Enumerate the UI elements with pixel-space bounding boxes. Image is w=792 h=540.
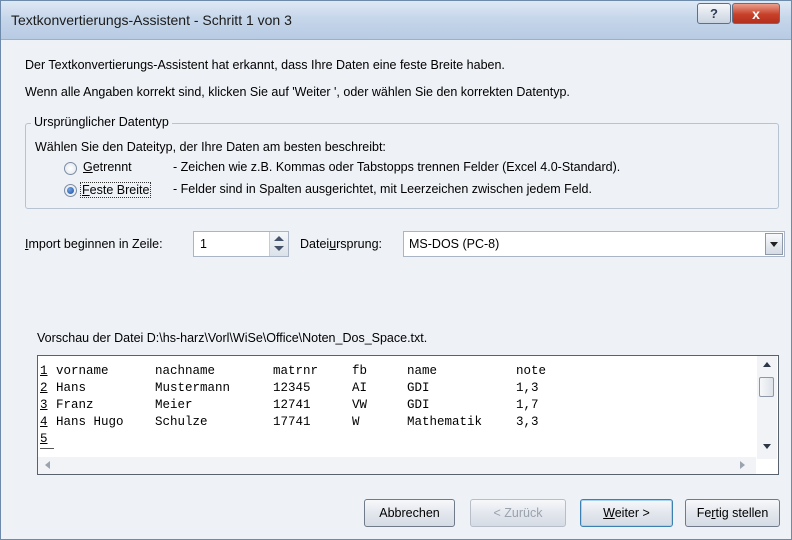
title-bar: Textkonvertierungs-Assistent - Schritt 1…	[1, 1, 791, 40]
cell: GDI	[407, 398, 430, 412]
radio-delimited-label[interactable]: Getrennt	[83, 160, 132, 174]
text-import-wizard-dialog: Textkonvertierungs-Assistent - Schritt 1…	[0, 0, 792, 540]
cell: 12741	[273, 398, 311, 412]
intro-line-1: Der Textkonvertierungs-Assistent hat erk…	[25, 58, 505, 72]
cell: Mustermann	[155, 381, 231, 395]
datatype-prompt: Wählen Sie den Dateityp, der Ihre Daten …	[35, 140, 386, 154]
cell: AI	[352, 381, 368, 395]
cell: note	[516, 364, 547, 378]
spin-down-icon[interactable]	[274, 246, 284, 251]
intro-line-2: Wenn alle Angaben korrekt sind, klicken …	[25, 85, 570, 99]
cell: Hans	[56, 381, 87, 395]
radio-fixed-width-description: - Felder sind in Spalten ausgerichtet, m…	[173, 182, 592, 196]
scroll-down-icon[interactable]	[763, 444, 771, 449]
cell: vorname	[56, 364, 109, 378]
cell: 3,3	[516, 415, 539, 429]
cell: W	[352, 415, 360, 429]
import-start-row-value[interactable]: 1	[200, 237, 207, 251]
close-button[interactable]: x	[732, 3, 780, 24]
cell: Franz	[56, 398, 94, 412]
cell: Meier	[155, 398, 193, 412]
row-number: 5	[40, 432, 48, 446]
scroll-right-icon[interactable]	[740, 461, 745, 469]
help-icon: ?	[710, 6, 718, 21]
cell: Schulze	[155, 415, 208, 429]
cancel-button[interactable]: Abbrechen	[364, 499, 455, 527]
cell: nachname	[155, 364, 216, 378]
cell: Mathematik	[407, 415, 483, 429]
row-number: 3	[40, 398, 48, 412]
preview-horizontal-scrollbar[interactable]	[38, 457, 756, 474]
preview-label: Vorschau der Datei D:\hs-harz\Vorl\WiSe\…	[37, 331, 428, 345]
spin-up-icon[interactable]	[274, 236, 284, 241]
radio-fixed-width-label[interactable]: Feste Breite	[80, 182, 152, 198]
chevron-down-icon[interactable]	[765, 233, 783, 255]
scroll-up-icon[interactable]	[763, 362, 771, 367]
back-button[interactable]: < Zurück	[470, 499, 566, 527]
cell: 1,3	[516, 381, 539, 395]
window-title: Textkonvertierungs-Assistent - Schritt 1…	[11, 12, 292, 28]
import-start-row-label: Import beginnen in Zeile:	[25, 237, 163, 251]
spinner-buttons[interactable]	[269, 232, 288, 256]
row-number: 4	[40, 415, 48, 429]
close-icon: x	[752, 6, 760, 22]
preview-vertical-scrollbar[interactable]	[757, 356, 777, 459]
cell: Hans Hugo	[56, 415, 124, 429]
radio-delimited-description: - Zeichen wie z.B. Kommas oder Tabstopps…	[173, 160, 621, 174]
radio-delimited[interactable]	[64, 162, 77, 175]
cell: 17741	[273, 415, 311, 429]
row-number: 1	[40, 364, 48, 378]
finish-button[interactable]: Fertig stellen	[685, 499, 780, 527]
help-button[interactable]: ?	[697, 3, 731, 24]
next-button[interactable]: Weiter >	[580, 499, 673, 527]
row-number-border	[40, 448, 54, 449]
file-origin-label: Dateiursprung:	[300, 237, 382, 251]
cell: matrnr	[273, 364, 319, 378]
file-origin-select[interactable]: MS-DOS (PC-8)	[403, 231, 785, 257]
cell: GDI	[407, 381, 430, 395]
cell: 12345	[273, 381, 311, 395]
scroll-left-icon[interactable]	[45, 461, 50, 469]
radio-fixed-width[interactable]	[64, 184, 77, 197]
cell: VW	[352, 398, 368, 412]
file-origin-value: MS-DOS (PC-8)	[409, 237, 500, 251]
cell: 1,7	[516, 398, 539, 412]
import-start-row-spinner[interactable]: 1	[193, 231, 289, 257]
scroll-thumb[interactable]	[759, 377, 774, 397]
row-number: 2	[40, 381, 48, 395]
datatype-group-label: Ursprünglicher Datentyp	[31, 115, 172, 129]
cell: fb	[352, 364, 368, 378]
cell: name	[407, 364, 438, 378]
